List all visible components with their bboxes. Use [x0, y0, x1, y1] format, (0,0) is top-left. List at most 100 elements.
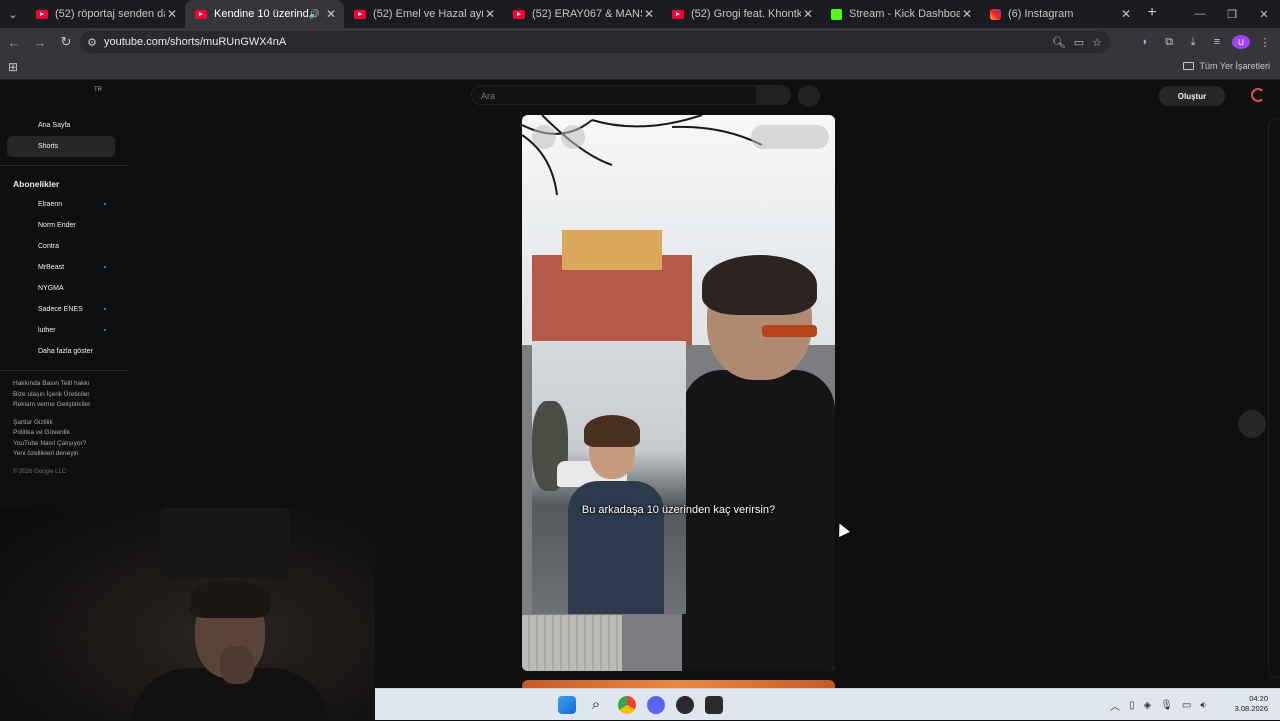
download-icon[interactable]: ⤓	[1184, 36, 1202, 49]
show-more-button[interactable]: Daha fazla göster	[0, 341, 128, 362]
footer-links[interactable]: YouTube Nasıl Çalışıyor?	[13, 439, 128, 450]
tab-title: (52) Grogi feat. Khontkar - ...	[691, 8, 801, 20]
next-short-preview[interactable]	[522, 680, 835, 688]
play-pause-button[interactable]	[532, 125, 556, 149]
subscription-item[interactable]: luther	[0, 320, 128, 341]
new-content-dot	[104, 329, 106, 331]
divider	[0, 370, 128, 371]
subscription-item[interactable]: NYGMA	[0, 278, 128, 299]
tab-title: Stream - Kick Dashboard	[849, 8, 960, 20]
subscription-item[interactable]: Norm Ender	[0, 215, 128, 236]
tab-search-icon[interactable]: ⌄	[0, 0, 26, 28]
create-button[interactable]: Oluştur	[1159, 86, 1225, 106]
discord-icon[interactable]	[647, 696, 665, 714]
short-video-player[interactable]: Bu arkadaşa 10 üzerinden kaç verirsin?	[522, 115, 835, 671]
tab-5[interactable]: (52) Grogi feat. Khontkar - ...✕	[662, 0, 821, 28]
close-window-icon[interactable]: ✕	[1248, 0, 1280, 28]
app-icon[interactable]	[705, 696, 723, 714]
subscription-item[interactable]: Sadece ENES	[0, 299, 128, 320]
obs-icon[interactable]	[676, 696, 694, 714]
subscription-label: luther	[38, 327, 56, 334]
media-icon[interactable]: ◗	[1136, 36, 1154, 48]
footer-links[interactable]: Reklam verme Geliştiriciler	[13, 400, 128, 411]
subscription-item[interactable]: Elraenn	[0, 194, 128, 215]
url-text[interactable]: youtube.com/shorts/muRUnGWX4nA	[104, 36, 286, 48]
forward-icon[interactable]: →	[28, 30, 52, 54]
usb-icon[interactable]: ▯	[1129, 700, 1135, 711]
folder-icon	[1183, 62, 1195, 70]
windows-taskbar: ⌕ ︿ ▯ ◈ 🎙︎ ▭ 🔉︎ 04:20 3.08.2026	[375, 688, 1280, 720]
search-icon[interactable]: ⌕	[587, 696, 605, 714]
subscription-item[interactable]: Contra	[0, 236, 128, 257]
audio-icon[interactable]: 🔊	[309, 9, 320, 20]
webcam-chair	[160, 508, 290, 578]
subscription-label: Elraenn	[38, 201, 63, 208]
tab-title: (52) röportaj senden daha güze	[55, 8, 165, 20]
volume-button[interactable]	[561, 125, 585, 149]
notification-icon[interactable]	[1251, 88, 1265, 102]
footer-links[interactable]: Yeni özellikleri deneyin	[13, 449, 128, 460]
toolbar-actions: ◗ ⧉ ⤓ ≡ U ⋮	[1136, 28, 1274, 56]
webcam-person-hand	[220, 646, 254, 684]
subscription-item[interactable]: MrBeast	[0, 257, 128, 278]
display-icon[interactable]: ▭	[1182, 700, 1191, 711]
video-menu-pill[interactable]	[751, 125, 829, 149]
chevron-up-icon[interactable]: ︿	[1110, 698, 1120, 713]
all-bookmarks-button[interactable]: Tüm Yer İşaretleri	[1183, 61, 1270, 71]
tab-3[interactable]: (52) Emel ve Hazal aynı adam ...✕	[344, 0, 503, 28]
side-panel-rail	[1268, 118, 1280, 678]
tab-search-list-icon[interactable]: ≡	[1208, 36, 1226, 48]
close-tab-icon[interactable]: ✕	[960, 7, 974, 21]
back-icon[interactable]: ←	[2, 30, 26, 54]
security-icon[interactable]: ◈	[1144, 700, 1152, 711]
close-tab-icon[interactable]: ✕	[324, 7, 338, 21]
tab-4[interactable]: (52) ERAY067 & MANSUR ft. R...✕	[503, 0, 662, 28]
new-tab-button[interactable]: +	[1139, 0, 1165, 28]
bookmark-star-icon[interactable]: ☆	[1092, 36, 1102, 49]
profile-avatar[interactable]: U	[1232, 35, 1250, 49]
close-tab-icon[interactable]: ✕	[165, 7, 179, 21]
webcam-person-hair	[190, 580, 270, 618]
tab-6[interactable]: Stream - Kick Dashboard ✕	[821, 0, 980, 28]
tab-title: (52) Emel ve Hazal aynı adam ...	[373, 8, 483, 20]
sidebar-item-shorts[interactable]: Shorts	[7, 136, 115, 157]
subscription-label: NYGMA	[38, 285, 64, 292]
tab-2[interactable]: Kendine 10 üzerinden kaç v🔊 ✕	[185, 0, 344, 28]
footer-links[interactable]: Bize ulaşın İçerik Üreticiler	[13, 390, 128, 401]
chrome-icon[interactable]	[618, 696, 636, 714]
video-building	[562, 230, 662, 270]
kick-icon	[831, 8, 842, 20]
next-short-button[interactable]	[1238, 410, 1266, 438]
microphone-icon[interactable]: 🎙︎	[1160, 700, 1173, 711]
menu-icon[interactable]: ⋮	[1256, 36, 1274, 49]
reload-icon[interactable]: ↻	[54, 30, 78, 54]
cast-icon[interactable]: ▭	[1074, 36, 1084, 49]
close-tab-icon[interactable]: ✕	[1119, 7, 1133, 21]
tab-1[interactable]: (52) röportaj senden daha güze✕	[26, 0, 185, 28]
extensions-icon[interactable]: ⧉	[1160, 36, 1178, 49]
close-tab-icon[interactable]: ✕	[801, 7, 815, 21]
search-input[interactable]	[472, 87, 756, 105]
taskbar-clock[interactable]: 04:20 3.08.2026	[1235, 694, 1268, 714]
subscriptions-heading[interactable]: Abonelikler	[0, 174, 128, 194]
restore-icon[interactable]: ❐	[1216, 0, 1248, 28]
zoom-icon[interactable]: 🔍︎	[1052, 36, 1066, 49]
footer-links[interactable]: Politika ve Güvenlik	[13, 428, 128, 439]
subscription-label: Contra	[38, 243, 60, 250]
apps-grid-icon[interactable]: ⊞	[8, 61, 20, 73]
footer-links[interactable]: Hakkında Basın Telif hakkı	[13, 379, 128, 390]
minimize-icon[interactable]: —	[1184, 0, 1216, 28]
voice-search-button[interactable]	[798, 85, 820, 107]
sidebar-item-home[interactable]: Ana Sayfa	[0, 115, 128, 136]
footer-links[interactable]: Şartlar Gizlilik	[13, 418, 128, 429]
tab-7[interactable]: (6) Instagram ✕	[980, 0, 1139, 28]
speaker-icon[interactable]: 🔉︎	[1200, 700, 1206, 711]
address-bar[interactable]: ⚙ youtube.com/shorts/muRUnGWX4nA 🔍︎ ▭ ☆	[80, 31, 1110, 53]
youtube-icon	[354, 9, 366, 19]
close-tab-icon[interactable]: ✕	[642, 7, 656, 21]
windows-start-icon[interactable]	[558, 696, 576, 714]
close-tab-icon[interactable]: ✕	[483, 7, 497, 21]
site-info-icon[interactable]: ⚙	[80, 36, 104, 49]
search-button[interactable]	[757, 85, 791, 105]
search-box[interactable]	[471, 85, 757, 105]
